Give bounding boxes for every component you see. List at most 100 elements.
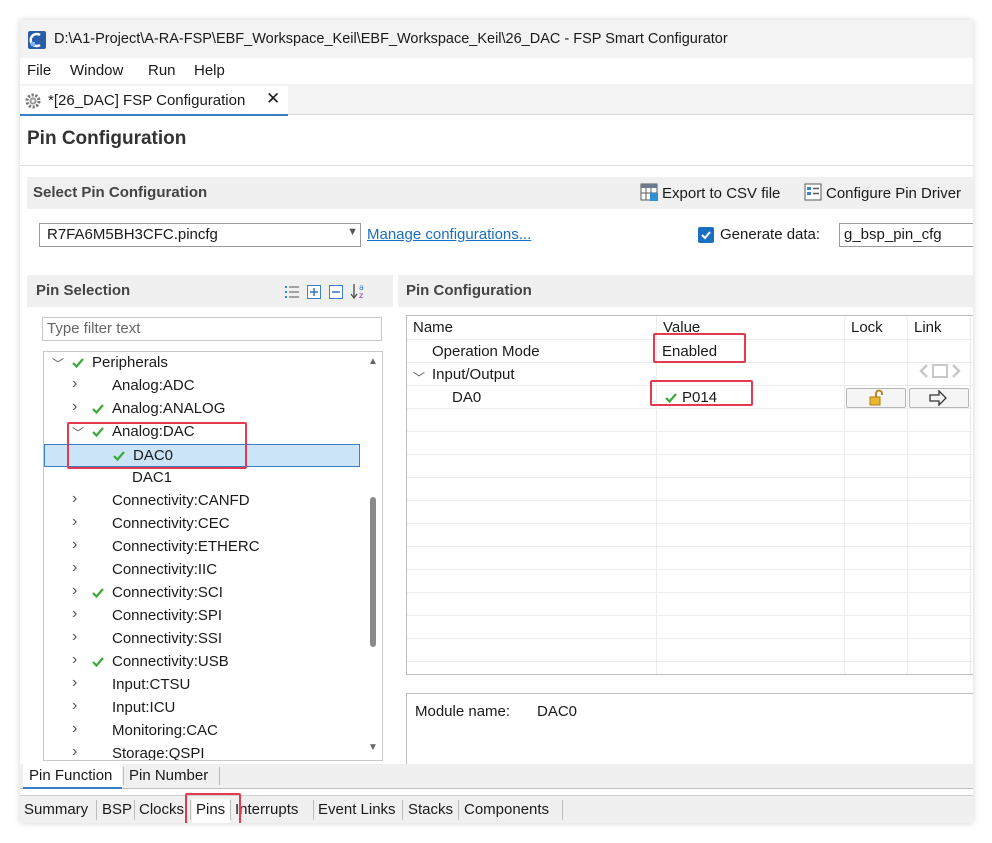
tree-item-label: Analog:ADC [112, 377, 195, 394]
config-list-icon [804, 183, 822, 201]
pin-selection-title: Pin Selection [36, 282, 131, 299]
generate-data-value: g_bsp_pin_cfg [844, 226, 942, 243]
chevron-right-icon[interactable]: › [72, 582, 77, 600]
tab-components[interactable]: Components [460, 799, 562, 823]
chevron-right-icon[interactable]: › [72, 559, 77, 577]
filter-input[interactable]: Type filter text [42, 317, 382, 341]
lock-button[interactable] [846, 388, 906, 408]
tree-item[interactable]: › Connectivity:USB [44, 651, 368, 674]
tree-item-label: Input:CTSU [112, 676, 191, 693]
tree-item[interactable]: › Analog:ANALOG [44, 398, 368, 421]
editor-tab-fsp-configuration[interactable]: *[26_DAC] FSP Configuration ✕ [20, 86, 288, 116]
manage-configurations-link[interactable]: Manage configurations... [367, 226, 531, 243]
tree-item[interactable]: › Connectivity:CANFD [44, 490, 368, 513]
tree-item-label: DAC1 [132, 469, 173, 486]
tree-item[interactable]: › Input:ICU [44, 697, 368, 720]
sort-az-icon[interactable]: a z [350, 282, 368, 300]
tab-summary[interactable]: Summary [20, 799, 96, 823]
scroll-up-icon[interactable]: ▲ [368, 356, 378, 367]
expand-all-icon[interactable] [306, 284, 322, 300]
column-header-link[interactable]: Link [914, 319, 942, 336]
menu-run[interactable]: Run [148, 62, 176, 79]
tree-item[interactable]: › Analog:ADC [44, 375, 368, 398]
tree-item-label: Peripherals [92, 354, 168, 371]
tree-item[interactable]: › Storage:QSPI [44, 743, 368, 761]
tree-scrollbar[interactable]: ▲ ▼ [366, 352, 380, 758]
tree-item[interactable]: › Monitoring:CAC [44, 720, 368, 743]
menu-file[interactable]: File [27, 62, 51, 79]
tab-pin-number[interactable]: Pin Number [123, 764, 219, 787]
scroll-down-icon[interactable]: ▼ [368, 742, 378, 753]
tree-item[interactable]: › Connectivity:ETHERC [44, 536, 368, 559]
chevron-down-icon[interactable]: ﹀ [52, 355, 64, 372]
pin-selection-tree: ﹀ Peripherals › Analog:ADC › Analog:ANALOG ﹀ An… [43, 351, 383, 761]
list-icon[interactable] [284, 284, 300, 300]
chevron-right-icon[interactable]: › [72, 536, 77, 554]
tree-item-label: Input:ICU [112, 699, 176, 716]
tree-item[interactable]: › Input:CTSU [44, 674, 368, 697]
pin-selection-panel: Pin Selection a z Type filter text ﹀ Per… [27, 275, 393, 762]
scroll-thumb[interactable] [370, 497, 376, 647]
chevron-right-icon[interactable]: › [72, 375, 77, 393]
column-header-name[interactable]: Name [413, 319, 453, 336]
select-pin-config-header: Select Pin Configuration Export to CSV f… [27, 177, 973, 209]
chevron-right-icon[interactable]: › [72, 398, 77, 416]
generate-data-checkbox[interactable] [698, 227, 714, 243]
tree-item-label: Connectivity:USB [112, 653, 229, 670]
configure-pin-driver-button[interactable]: Configure Pin Driver [804, 183, 961, 202]
chevron-down-icon[interactable]: ▼ [347, 226, 358, 238]
export-csv-label: Export to CSV file [662, 185, 781, 202]
menu-help[interactable]: Help [194, 62, 225, 79]
editor-tab-label: *[26_DAC] FSP Configuration [48, 92, 246, 109]
chevron-right-icon[interactable]: › [72, 605, 77, 623]
generate-data-input[interactable]: g_bsp_pin_cfg [839, 223, 973, 247]
arrow-right-icon [929, 390, 947, 406]
chevron-right-icon[interactable]: › [72, 720, 77, 738]
tab-event-links[interactable]: Event Links [314, 799, 402, 823]
tree-item-label: Connectivity:IIC [112, 561, 218, 578]
chevron-right-icon[interactable]: › [72, 674, 77, 692]
tree-item[interactable]: › Connectivity:SPI [44, 605, 368, 628]
filter-placeholder: Type filter text [47, 320, 141, 337]
configurator-tabs: Summary BSP Clocks Pins Interrupts Event… [20, 795, 973, 823]
tab-bsp[interactable]: BSP [98, 799, 134, 823]
chevron-right-icon[interactable]: › [72, 651, 77, 669]
menu-window[interactable]: Window [70, 62, 123, 79]
tree-item[interactable]: › Connectivity:SCI [44, 582, 368, 605]
tree-item[interactable]: › Connectivity:CEC [44, 513, 368, 536]
tree-item[interactable]: › Connectivity:SSI [44, 628, 368, 651]
highlight-box-analog-dac [67, 422, 247, 469]
tab-interrupts[interactable]: Interrupts [231, 799, 313, 823]
horizontal-scroll-icon[interactable] [919, 363, 963, 379]
chevron-right-icon[interactable]: › [72, 490, 77, 508]
tab-pin-function[interactable]: Pin Function [23, 764, 122, 789]
chevron-right-icon[interactable]: › [72, 743, 77, 760]
highlight-box-da0-pin [650, 380, 753, 406]
input-output-group: Input/Output [432, 366, 515, 383]
tab-stacks[interactable]: Stacks [404, 799, 458, 823]
pin-config-table: Name Value Lock Link Operation Mode Enab… [406, 315, 973, 675]
editor-tab-row: *[26_DAC] FSP Configuration ✕ [20, 84, 973, 116]
tab-clocks[interactable]: Clocks [135, 799, 190, 823]
tree-item[interactable]: DAC1 [44, 467, 368, 490]
check-icon [92, 588, 104, 599]
chevron-right-icon[interactable]: › [72, 513, 77, 531]
chevron-right-icon[interactable]: › [72, 697, 77, 715]
collapse-all-icon[interactable] [328, 284, 344, 300]
link-button[interactable] [909, 388, 969, 408]
tree-item-label: Connectivity:SCI [112, 584, 223, 601]
tree-item[interactable]: ﹀ Peripherals [44, 352, 368, 375]
pin-view-tabs: Pin Function Pin Number [20, 764, 973, 789]
app-window: D:\A1-Project\A-RA-FSP\EBF_Workspace_Kei… [20, 20, 973, 823]
chevron-right-icon[interactable]: › [72, 628, 77, 646]
column-header-lock[interactable]: Lock [851, 319, 883, 336]
check-icon [92, 404, 104, 415]
chevron-down-icon[interactable]: ﹀ [413, 369, 425, 386]
export-csv-button[interactable]: Export to CSV file [640, 183, 780, 202]
tree-item[interactable]: › Connectivity:IIC [44, 559, 368, 582]
pin-config-combo[interactable]: R7FA6M5BH3CFC.pincfg ▼ [39, 223, 361, 247]
app-icon [28, 31, 46, 49]
highlight-box-operation-mode [653, 333, 746, 363]
tree-item-label: Storage:QSPI [112, 745, 205, 761]
close-icon[interactable]: ✕ [266, 89, 280, 109]
